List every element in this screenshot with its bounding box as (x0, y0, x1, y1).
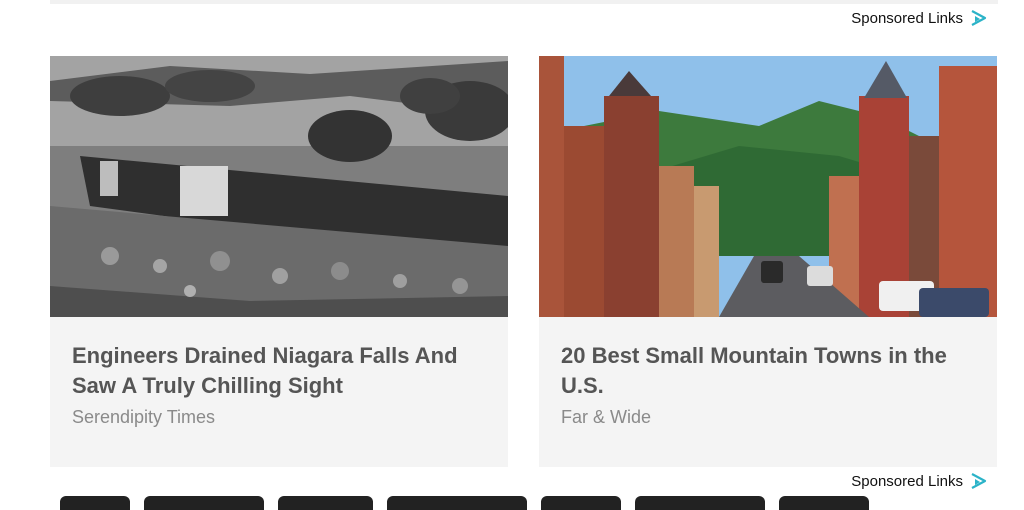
sponsored-links-bottom[interactable]: Sponsored Links (851, 472, 987, 490)
play-triangle-icon (969, 472, 987, 490)
sponsored-links-label: Sponsored Links (851, 9, 963, 27)
article-title[interactable]: Engineers Drained Niagara Falls And Saw … (72, 341, 486, 401)
sponsored-links-top[interactable]: Sponsored Links (851, 9, 987, 27)
top-divider (50, 0, 998, 4)
mountain-town-photo (539, 56, 997, 317)
article-card-mountain-towns[interactable]: 20 Best Small Mountain Towns in the U.S.… (539, 56, 997, 467)
article-source: Far & Wide (561, 407, 652, 427)
article-card-niagara[interactable]: Engineers Drained Niagara Falls And Saw … (50, 56, 508, 467)
article-title[interactable]: 20 Best Small Mountain Towns in the U.S. (561, 341, 975, 401)
article-source: Serendipity Times (72, 407, 216, 427)
play-triangle-icon (969, 9, 987, 27)
sponsored-links-label: Sponsored Links (851, 472, 963, 490)
dry-waterfall-photo (50, 56, 508, 317)
